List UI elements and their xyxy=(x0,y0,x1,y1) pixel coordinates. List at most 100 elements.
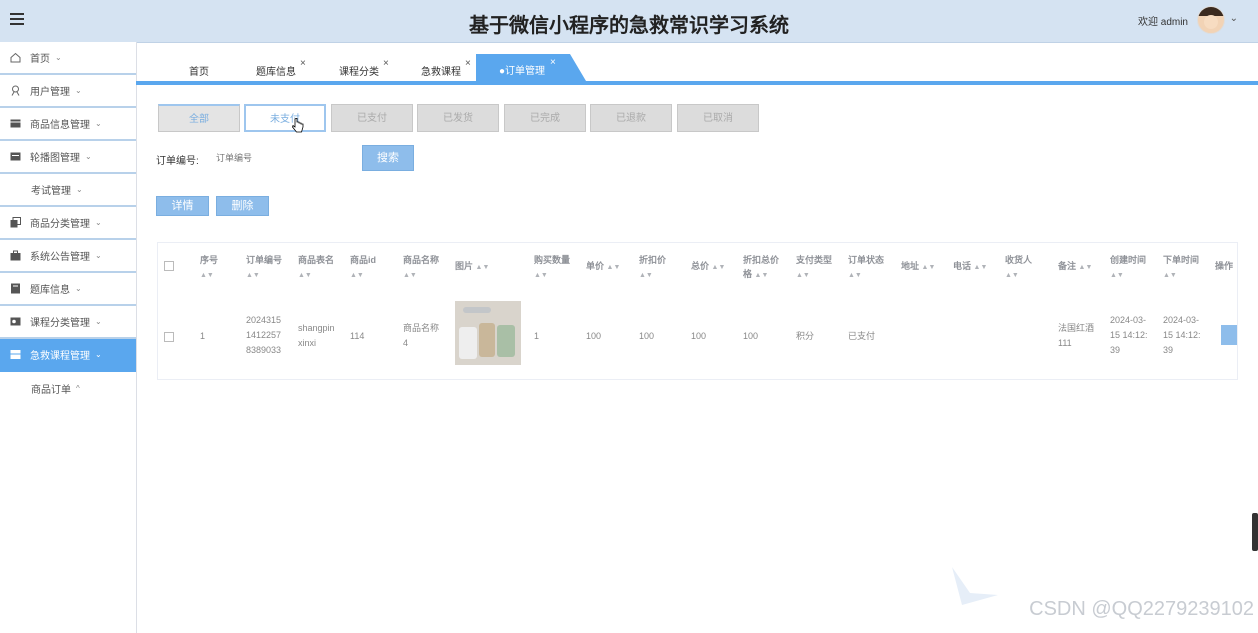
filter-completed-button[interactable]: 已完成 xyxy=(504,104,586,132)
column-header[interactable]: 收货人 ▲▼ xyxy=(1005,253,1032,283)
course-icon xyxy=(10,349,21,360)
close-icon[interactable]: × xyxy=(550,57,556,68)
tab-question-bank[interactable]: 题库信息 × xyxy=(256,58,306,81)
column-header[interactable]: 订单状态 ▲▼ xyxy=(848,253,884,283)
cell-discount-total: 100 xyxy=(743,331,759,341)
column-header[interactable]: 商品名称 ▲▼ xyxy=(403,253,439,283)
user-icon xyxy=(10,85,21,96)
cell-created-time: 2024-03- 15 14:12: 39 xyxy=(1110,315,1148,355)
carousel-icon xyxy=(10,151,21,162)
column-header[interactable]: 购买数量 ▲▼ xyxy=(534,253,570,283)
sidebar-item-question-bank[interactable]: 题库信息 ⌄ xyxy=(0,273,136,306)
tab-home[interactable]: 首页 xyxy=(189,63,209,81)
tab-label: 题库信息 xyxy=(256,67,296,78)
sidebar-item-users[interactable]: 用户管理 ⌄ xyxy=(0,75,136,108)
sidebar-item-products[interactable]: 商品信息管理 ⌄ xyxy=(0,108,136,141)
search-button[interactable]: 搜索 xyxy=(362,145,414,171)
row-checkbox[interactable] xyxy=(164,332,174,342)
course-category-icon xyxy=(10,316,21,327)
sort-icon: ▲▼ xyxy=(921,264,936,271)
cell-order-time: 2024-03- 15 14:12: 39 xyxy=(1163,315,1201,355)
sidebar-item-label: 课程分类管理 xyxy=(30,318,90,329)
column-header[interactable]: 订单编号 ▲▼ xyxy=(246,253,282,283)
column-header[interactable]: 商品id ▲▼ xyxy=(350,253,376,283)
notice-icon xyxy=(10,250,21,261)
delete-button[interactable]: 删除 xyxy=(216,196,269,216)
sort-icon: ▲▼ xyxy=(1110,272,1124,279)
scrollbar-handle[interactable] xyxy=(1252,513,1258,551)
column-header[interactable]: 电话 ▲▼ xyxy=(953,259,987,275)
chevron-down-icon: ⌄ xyxy=(95,317,102,326)
orders-table: 序号 ▲▼ 订单编号 ▲▼ 商品表名 ▲▼ 商品id ▲▼ 商品名称 ▲▼ 图片 ▲▼ 购… xyxy=(157,242,1238,380)
filter-shipped-button[interactable]: 已发货 xyxy=(417,104,499,132)
cell-discount-price: 100 xyxy=(639,331,655,341)
home-icon xyxy=(10,52,21,63)
filter-unpaid-button[interactable]: 未支付 xyxy=(244,104,326,132)
sort-icon: ▲▼ xyxy=(200,272,214,279)
filter-cancelled-button[interactable]: 已取消 xyxy=(677,104,759,132)
column-header[interactable]: 折扣价 ▲▼ xyxy=(639,253,666,283)
chevron-down-icon: ⌄ xyxy=(75,284,82,293)
sidebar-item-exams[interactable]: 考试管理 ⌄ xyxy=(0,174,136,207)
column-header[interactable]: 备注 ▲▼ xyxy=(1058,259,1092,275)
question-bank-icon xyxy=(10,283,21,294)
sidebar-item-product-categories[interactable]: 商品分类管理 ⌄ xyxy=(0,207,136,240)
tab-order-management[interactable]: ●订单管理 × xyxy=(476,54,586,81)
chevron-down-icon: ⌄ xyxy=(95,350,102,359)
sort-icon: ▲▼ xyxy=(754,272,769,279)
cell-status: 已支付 xyxy=(848,331,876,341)
filter-all-button[interactable]: 全部 xyxy=(158,104,240,132)
sidebar-item-first-aid-courses[interactable]: 急救课程管理 ⌄ xyxy=(0,339,136,372)
cell-remark: 法国红酒 111 xyxy=(1058,323,1095,348)
sidebar-subitem-product-orders[interactable]: 商品订单 ^ xyxy=(0,372,136,405)
sort-icon: ▲▼ xyxy=(848,272,862,279)
filter-refunded-button[interactable]: 已退款 xyxy=(590,104,672,132)
tab-label: 首页 xyxy=(189,67,209,78)
cell-quantity: 1 xyxy=(534,331,540,341)
top-header: 基于微信小程序的急救常识学习系统 欢迎 admin ⌄ xyxy=(0,0,1258,43)
detail-button[interactable]: 详情 xyxy=(156,196,209,216)
row-action-button[interactable] xyxy=(1221,325,1237,345)
chevron-down-icon: ⌄ xyxy=(55,53,62,62)
avatar[interactable] xyxy=(1197,6,1225,34)
cell-total: 100 xyxy=(691,331,707,341)
column-header: 操作 xyxy=(1215,261,1234,271)
sidebar-item-carousel[interactable]: 轮播图管理 ⌄ xyxy=(0,141,136,174)
cell-product-name: 商品名称 4 xyxy=(403,323,440,348)
column-header[interactable]: 地址 ▲▼ xyxy=(901,259,935,275)
column-header[interactable]: 图片 ▲▼ xyxy=(455,259,489,275)
sidebar-item-course-categories[interactable]: 课程分类管理 ⌄ xyxy=(0,306,136,339)
select-all-checkbox[interactable] xyxy=(164,261,174,271)
tab-label: ●订单管理 xyxy=(499,66,546,77)
tab-first-aid-courses[interactable]: 急救课程 × xyxy=(421,58,471,81)
column-header[interactable]: 单价 ▲▼ xyxy=(586,259,620,275)
column-header[interactable]: 折扣总价格 ▲▼ xyxy=(743,253,785,283)
cell-index: 1 xyxy=(200,331,206,341)
tab-course-categories[interactable]: 课程分类 × xyxy=(339,58,389,81)
sidebar-item-home[interactable]: 首页 ⌄ xyxy=(0,42,136,75)
close-icon[interactable]: × xyxy=(300,58,306,69)
order-number-input[interactable] xyxy=(214,146,358,170)
column-header[interactable]: 创建时间 ▲▼ xyxy=(1110,253,1146,283)
cell-product-id: 114 xyxy=(350,331,365,341)
close-icon[interactable]: × xyxy=(383,58,389,69)
column-header[interactable]: 下单时间 ▲▼ xyxy=(1163,253,1199,283)
column-header[interactable]: 序号 ▲▼ xyxy=(200,253,218,283)
sort-icon: ▲▼ xyxy=(1078,264,1093,271)
sidebar-item-announcements[interactable]: 系统公告管理 ⌄ xyxy=(0,240,136,273)
chevron-down-icon: ⌄ xyxy=(95,218,102,227)
product-icon xyxy=(10,118,21,129)
sort-icon: ▲▼ xyxy=(973,264,988,271)
column-header[interactable]: 总价 ▲▼ xyxy=(691,259,725,275)
chevron-down-icon: ⌄ xyxy=(95,251,102,260)
chevron-down-icon[interactable]: ⌄ xyxy=(1230,13,1238,24)
column-header[interactable]: 商品表名 ▲▼ xyxy=(298,253,334,283)
sidebar-item-label: 题库信息 xyxy=(30,285,70,296)
sort-icon: ▲▼ xyxy=(606,264,621,271)
close-icon[interactable]: × xyxy=(465,58,471,69)
filter-paid-button[interactable]: 已支付 xyxy=(331,104,413,132)
welcome-text: 欢迎 admin xyxy=(1137,17,1188,28)
column-header[interactable]: 支付类型 ▲▼ xyxy=(796,253,832,283)
cell-price: 100 xyxy=(586,331,602,341)
product-image[interactable] xyxy=(455,301,521,365)
